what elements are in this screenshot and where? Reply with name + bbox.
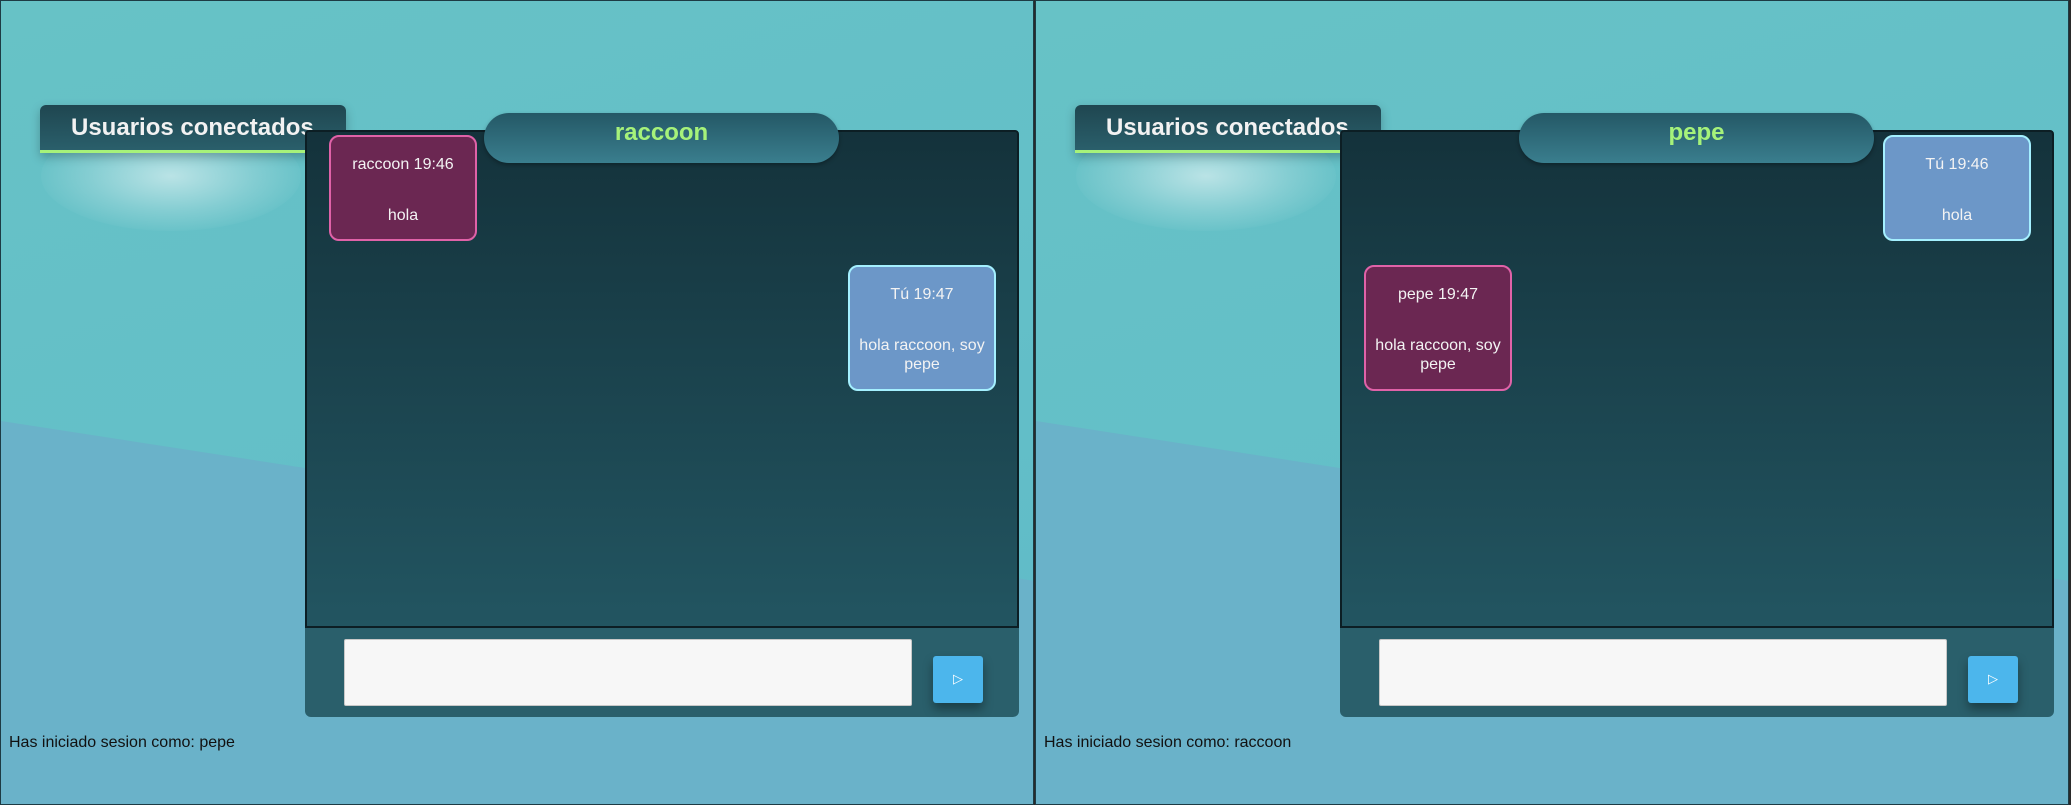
chat-window-right: Usuarios conectados Tú 19:46 hola pepe 1… bbox=[1035, 0, 2069, 805]
message-bubble-received: raccoon 19:46 hola bbox=[329, 135, 477, 241]
message-text: hola bbox=[1941, 207, 1973, 224]
send-button[interactable]: ▷ bbox=[933, 656, 983, 703]
play-icon: ▷ bbox=[953, 672, 963, 687]
chat-partner-header: pepe bbox=[1519, 113, 1874, 163]
message-text: hola raccoon, soy pepe bbox=[859, 337, 985, 373]
message-text: hola raccoon, soy pepe bbox=[1375, 337, 1501, 373]
message-area: Tú 19:46 hola pepe 19:47 hola raccoon, s… bbox=[1340, 130, 2054, 628]
message-bubble-sent: Tú 19:47 hola raccoon, soy pepe bbox=[848, 265, 996, 391]
message-composer: ▷ bbox=[1340, 628, 2054, 717]
message-bubble-sent: Tú 19:46 hola bbox=[1883, 135, 2031, 241]
session-status: Has iniciado sesion como: pepe bbox=[9, 734, 235, 751]
send-button[interactable]: ▷ bbox=[1968, 656, 2018, 703]
chat-partner-header: raccoon bbox=[484, 113, 839, 163]
message-bubble-received: pepe 19:47 hola raccoon, soy pepe bbox=[1364, 265, 1512, 391]
session-status: Has iniciado sesion como: raccoon bbox=[1044, 734, 1292, 751]
connected-users-tab[interactable]: Usuarios conectados bbox=[1075, 105, 1381, 153]
message-area: raccoon 19:46 hola Tú 19:47 hola raccoon… bbox=[305, 130, 1019, 628]
message-meta: raccoon 19:46 bbox=[352, 156, 454, 173]
chat-window-left: Usuarios conectados raccoon 19:46 hola T… bbox=[0, 0, 1034, 805]
message-text: hola bbox=[387, 207, 419, 224]
message-meta: Tú 19:46 bbox=[1925, 156, 1989, 173]
message-input[interactable] bbox=[1379, 639, 1947, 706]
message-composer: ▷ bbox=[305, 628, 1019, 717]
play-icon: ▷ bbox=[1988, 672, 1998, 687]
message-meta: Tú 19:47 bbox=[890, 286, 954, 303]
message-input[interactable] bbox=[344, 639, 912, 706]
connected-users-tab[interactable]: Usuarios conectados bbox=[40, 105, 346, 153]
message-meta: pepe 19:47 bbox=[1397, 286, 1479, 303]
